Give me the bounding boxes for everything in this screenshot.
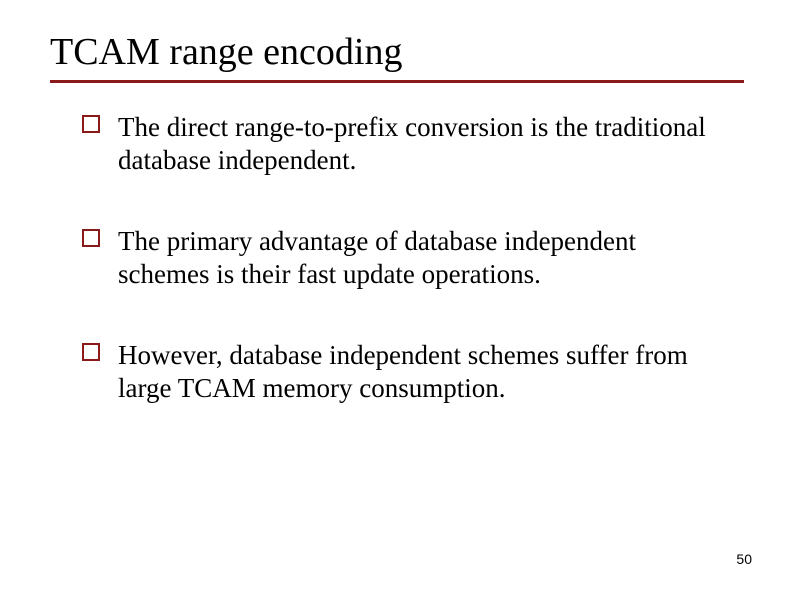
list-item: The primary advantage of database indepe… — [82, 225, 734, 291]
page-number: 50 — [736, 551, 752, 567]
slide: TCAM range encoding The direct range-to-… — [0, 0, 794, 595]
bullet-text: The direct range-to-prefix conversion is… — [118, 112, 706, 175]
square-bullet-icon — [82, 229, 100, 247]
bullet-text: The primary advantage of database indepe… — [118, 226, 636, 289]
bullet-text: However, database independent schemes su… — [118, 340, 688, 403]
list-item: The direct range-to-prefix conversion is… — [82, 111, 734, 177]
title-underline — [50, 80, 744, 83]
square-bullet-icon — [82, 343, 100, 361]
bullet-list: The direct range-to-prefix conversion is… — [50, 111, 744, 405]
square-bullet-icon — [82, 115, 100, 133]
slide-title: TCAM range encoding — [50, 30, 744, 74]
list-item: However, database independent schemes su… — [82, 339, 734, 405]
